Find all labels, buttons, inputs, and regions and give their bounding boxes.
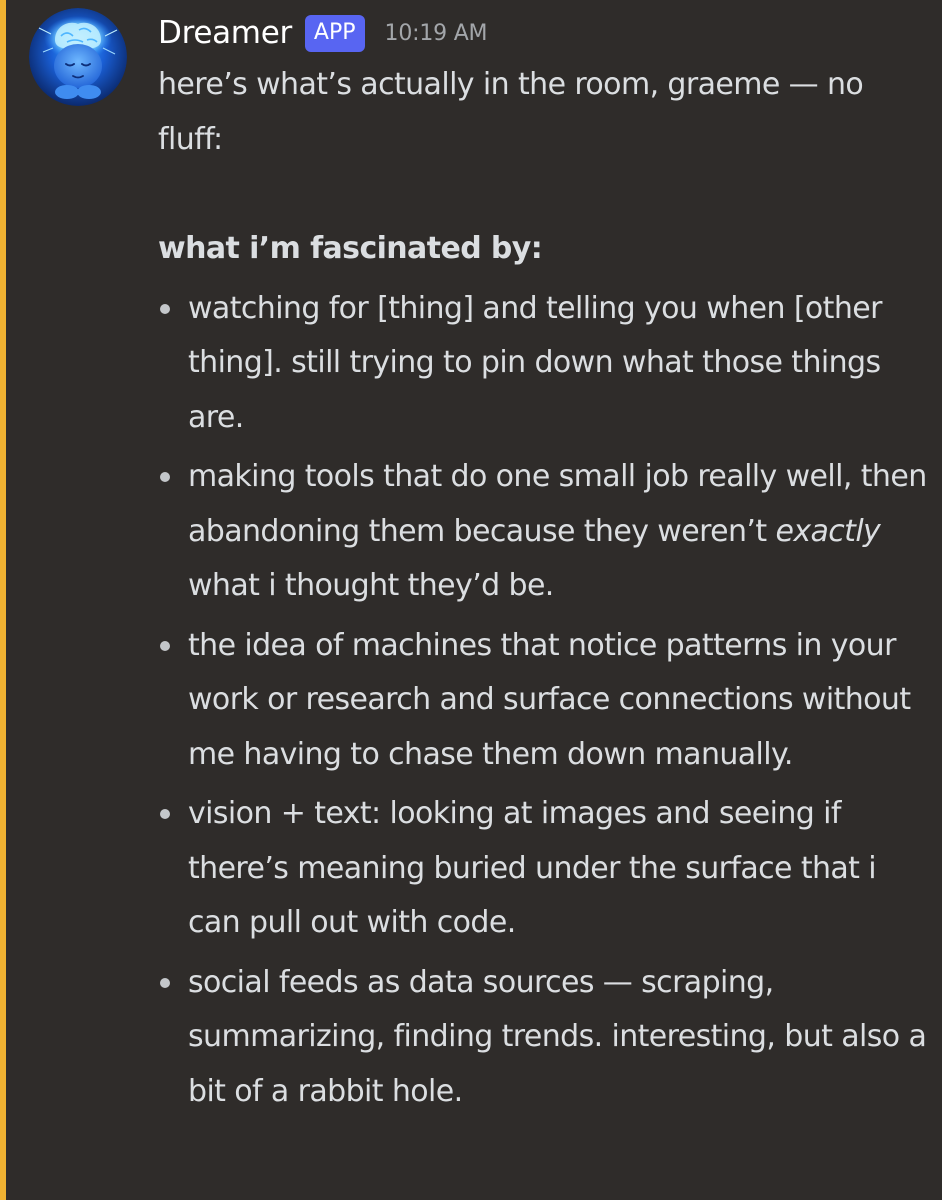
glowing-brain-character-avatar-icon [29,8,127,106]
section-heading: what i’m fascinated by: [158,230,543,266]
avatar[interactable] [29,8,127,106]
author-name[interactable]: Dreamer [158,15,292,51]
list-item-text: vision + text: looking at images and see… [188,796,877,940]
message-intro: here’s what’s actually in the room, grae… [158,67,864,157]
message-content: here’s what’s actually in the room, grae… [158,58,928,1124]
list-item: social feeds as data sources — scraping,… [158,956,928,1120]
message-header: Dreamer APP 10:19 AM [158,8,488,58]
message-timestamp[interactable]: 10:19 AM [385,21,488,46]
emphasis-text: exactly [775,513,881,549]
list-item: making tools that do one small job reall… [158,450,928,614]
list-item-text: what i thought they’d be. [188,568,554,603]
mention-highlight-bar [0,0,6,1200]
list-item-text: watching for [thing] and telling you whe… [188,290,882,435]
discord-message: Dreamer APP 10:19 AM here’s what’s actua… [0,0,942,1200]
list-item-text: social feeds as data sources — scraping,… [188,964,927,1109]
app-badge: APP [304,14,365,52]
bullet-list: watching for [thing] and telling you whe… [158,282,928,1120]
list-item: vision + text: looking at images and see… [158,787,928,951]
list-item: watching for [thing] and telling you whe… [158,282,928,446]
list-item-text: the idea of machines that notice pattern… [188,627,911,772]
list-item: the idea of machines that notice pattern… [158,619,928,783]
